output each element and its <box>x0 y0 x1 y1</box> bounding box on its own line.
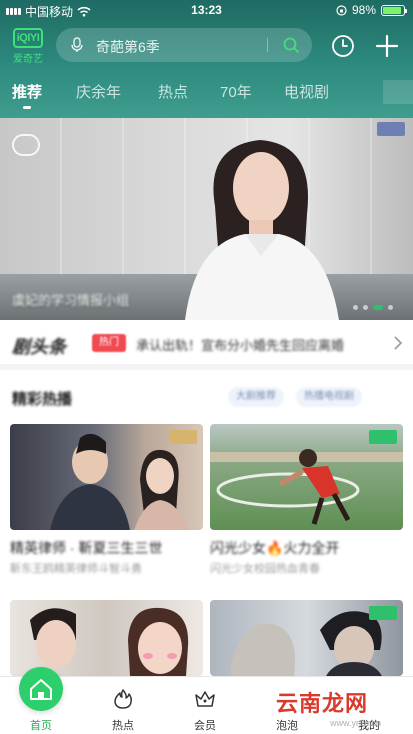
top-header: 中国移动 13:23 98% iQIYI 爱奇艺 奇葩第6季 推荐 庆余年 热点… <box>0 0 413 118</box>
search-bar[interactable]: 奇葩第6季 <box>56 28 312 62</box>
section-chip-1[interactable]: 大剧推荐 <box>228 387 284 407</box>
nav-home[interactable]: 首页 <box>0 667 82 734</box>
video-thumbnail[interactable] <box>210 600 403 676</box>
vip-badge <box>169 430 197 444</box>
nav-vip-label: 会员 <box>194 720 216 732</box>
section-title: 精彩热播 <box>12 391 73 408</box>
ticker-headline[interactable]: 承认出轨！宣布分小婚先生回应离婚 <box>136 335 386 354</box>
battery-icon <box>381 4 407 16</box>
video-subtitle: 闪光少女校园热血青春 <box>210 563 320 575</box>
status-bar: 中国移动 13:23 98% <box>0 0 413 20</box>
tab-qingyunian[interactable]: 庆余年 <box>76 81 121 102</box>
video-title[interactable]: 闪光少女🔥火力全开 <box>210 538 339 558</box>
logo-text: 爱奇艺 <box>13 54 43 65</box>
status-badge <box>369 606 397 620</box>
home-bubble <box>19 667 63 711</box>
ticker-tag: 热门 <box>92 334 126 352</box>
logo-mark: iQIYI <box>13 28 43 48</box>
tab-recommend[interactable]: 推荐 <box>12 81 42 109</box>
nav-hot-label: 热点 <box>112 720 134 732</box>
section-divider <box>0 364 413 370</box>
video-card[interactable] <box>10 600 203 676</box>
banner-caption: 虞妃的学习情报小组 <box>12 293 130 308</box>
video-card[interactable] <box>210 600 403 676</box>
tab-70-years[interactable]: 70年 <box>220 81 252 102</box>
hero-banner[interactable]: 虞妃的学习情报小组 <box>0 118 413 320</box>
app-screen: 中国移动 13:23 98% iQIYI 爱奇艺 奇葩第6季 推荐 庆余年 热点… <box>0 0 413 734</box>
search-icon[interactable] <box>282 36 300 54</box>
video-thumbnail[interactable] <box>210 424 403 530</box>
battery-group: 98% <box>336 3 407 17</box>
section-chip-2[interactable]: 热播电视剧 <box>296 387 362 407</box>
rotation-lock-icon <box>336 4 347 16</box>
video-play-icon[interactable] <box>12 134 40 156</box>
nav-vip[interactable]: 会员 <box>164 677 246 734</box>
thumbnail-art <box>30 607 189 676</box>
video-thumbnail[interactable] <box>10 424 203 530</box>
headline-ticker[interactable]: 剧头条 热门 承认出轨！宣布分小婚先生回应离婚 <box>0 322 413 364</box>
search-placeholder: 奇葩第6季 <box>96 39 160 55</box>
video-thumbnail[interactable] <box>10 600 203 676</box>
status-badge <box>369 430 397 444</box>
video-card[interactable]: 精英律师 · 靳夏三生三世 靳东王鸥精英律师斗智斗勇 <box>10 424 203 584</box>
battery-percent: 98% <box>351 3 376 17</box>
flame-icon <box>114 689 132 709</box>
app-logo[interactable]: iQIYI 爱奇艺 <box>10 28 46 65</box>
banner-person-image <box>185 140 339 320</box>
history-icon[interactable] <box>331 34 355 58</box>
video-subtitle: 靳东王鸥精英律师斗智斗勇 <box>10 563 142 575</box>
plus-icon[interactable] <box>374 33 400 59</box>
video-title[interactable]: 精英律师 · 靳夏三生三世 <box>10 538 162 558</box>
nav-hot[interactable]: 热点 <box>82 677 164 734</box>
home-icon <box>30 679 52 700</box>
site-watermark: 云南龙网 <box>276 691 369 716</box>
search-divider <box>267 38 268 52</box>
channel-tabs: 推荐 庆余年 热点 70年 电视剧 <box>0 78 413 109</box>
crown-icon <box>195 691 215 707</box>
tabs-more-button[interactable] <box>383 80 413 104</box>
video-card[interactable]: 闪光少女🔥火力全开 闪光少女校园热血青春 <box>210 424 403 584</box>
nav-bubble-label: 泡泡 <box>276 720 298 732</box>
mic-icon[interactable] <box>68 36 86 54</box>
carousel-dots <box>353 305 393 310</box>
nav-home-label: 首页 <box>30 720 52 732</box>
banner-corner-badge <box>377 122 405 136</box>
ticker-brand: 剧头条 <box>12 337 66 357</box>
tab-tv-series[interactable]: 电视剧 <box>284 81 329 102</box>
chevron-right-icon <box>394 336 403 350</box>
site-watermark-url: www.ynlw.cn <box>330 718 382 728</box>
tab-hot[interactable]: 热点 <box>158 81 188 102</box>
